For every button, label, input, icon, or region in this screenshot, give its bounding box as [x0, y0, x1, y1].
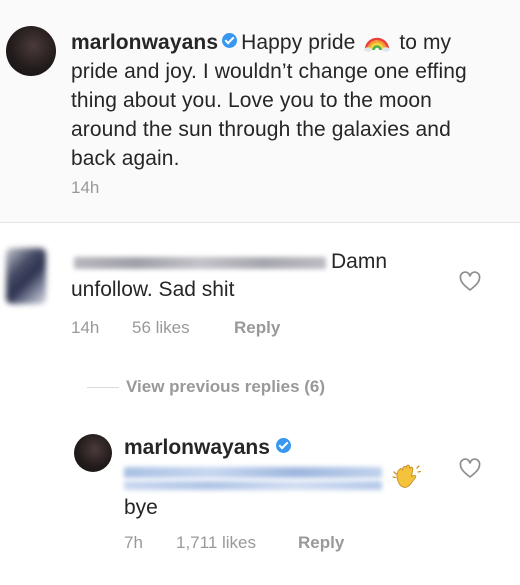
comment-text: Damn [331, 250, 388, 273]
caption-username[interactable]: marlonwayans [71, 31, 218, 54]
redacted-text [74, 257, 326, 269]
redacted-mention [124, 481, 382, 490]
reply-username-line: marlonwayans [124, 436, 295, 460]
reply-button[interactable]: Reply [234, 318, 280, 338]
avatar[interactable] [6, 26, 56, 76]
verified-badge-icon [275, 438, 291, 453]
comment-text-line2: unfollow. Sad shit [71, 278, 235, 301]
verified-badge-icon [222, 33, 238, 48]
avatar[interactable] [6, 248, 46, 304]
reply-text: bye [124, 496, 158, 519]
comment-likes[interactable]: 56 likes [132, 318, 190, 338]
reply-button[interactable]: Reply [298, 533, 344, 553]
caption-comment: marlonwayans Happy pride to my pride and … [0, 0, 520, 223]
heart-icon[interactable] [458, 270, 482, 292]
comment-timestamp: 14h [71, 318, 100, 337]
avatar[interactable] [74, 434, 112, 472]
caption-text: marlonwayans Happy pride to my pride and … [71, 28, 496, 173]
divider [87, 387, 119, 388]
view-previous-replies-link[interactable]: View previous replies (6) [126, 377, 325, 397]
reply-username[interactable]: marlonwayans [124, 436, 270, 459]
rainbow-icon [364, 37, 391, 52]
caption-text-start: Happy pride [241, 31, 356, 54]
reply-likes[interactable]: 1,711 likes [176, 533, 256, 553]
heart-icon[interactable] [458, 457, 482, 479]
reply-timestamp: 7h [124, 533, 143, 552]
caption-timestamp: 14h [71, 178, 100, 197]
waving-hand-icon [392, 464, 422, 488]
redacted-mention [124, 467, 382, 478]
